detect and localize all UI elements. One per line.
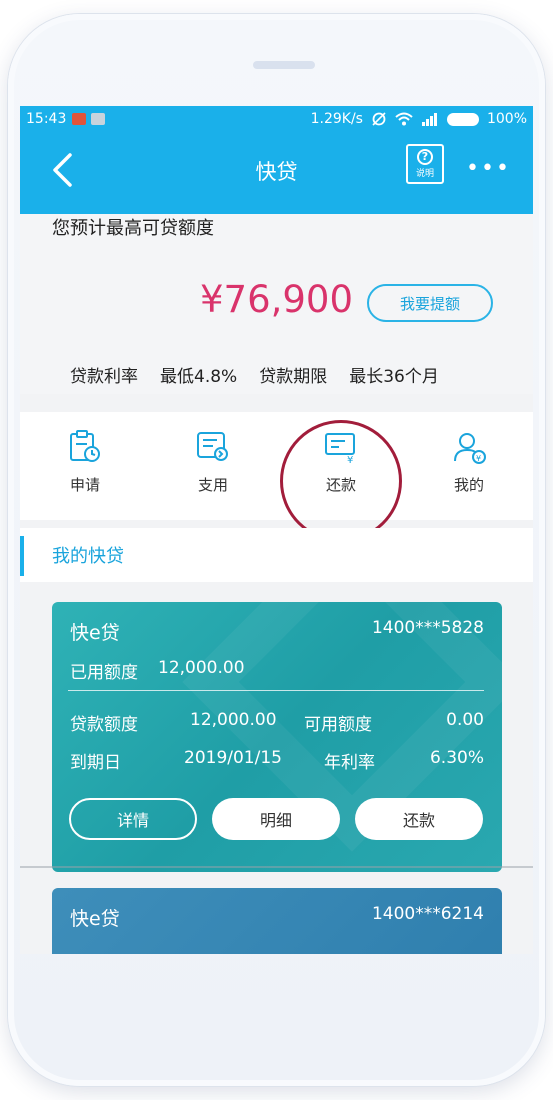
statement-button[interactable]: 明细 <box>212 798 340 840</box>
action-label: 申请 <box>69 476 100 494</box>
available-label: 可用额度 <box>304 715 372 735</box>
term-label: 贷款期限 <box>259 367 328 387</box>
action-withdraw[interactable]: 支用 <box>168 430 258 495</box>
loan-card: 快e贷 1400***5828 已用额度 12,000.00 贷款额度 12,0… <box>52 602 502 872</box>
section-accent-bar <box>20 536 24 576</box>
rate-value: 最低4.8% <box>160 367 238 387</box>
card-account: 1400***5828 <box>371 618 484 638</box>
quota-label: 您预计最高可贷额度 <box>52 218 214 239</box>
highlight-circle <box>280 420 402 542</box>
due-date-value: 2019/01/15 <box>184 748 282 768</box>
status-bar: 15:43 1.29K/s 100% <box>20 106 533 132</box>
question-icon: ? <box>417 149 433 165</box>
rate-label: 贷款利率 <box>70 367 138 387</box>
help-button[interactable]: ? 说明 <box>406 144 444 184</box>
svg-text:¥: ¥ <box>476 454 481 463</box>
battery-icon <box>446 112 479 126</box>
used-value: 12,000.00 <box>158 658 245 678</box>
card-title: 快e贷 <box>70 622 120 644</box>
section-title: 我的快贷 <box>52 546 124 567</box>
speaker-slot <box>253 61 315 69</box>
used-label: 已用额度 <box>70 663 138 683</box>
divider-line <box>20 866 533 868</box>
nav-bar: 快贷 ? 说明 ••• <box>20 132 533 214</box>
action-apply[interactable]: 申请 <box>40 430 130 495</box>
notification-icon <box>72 113 87 125</box>
loan-amount-value: 12,000.00 <box>190 710 277 730</box>
card-title: 快e贷 <box>70 908 120 930</box>
apply-icon <box>70 430 100 462</box>
network-speed: 1.29K/s <box>310 111 363 127</box>
action-label: 支用 <box>197 476 228 494</box>
repay-button[interactable]: 还款 <box>355 798 483 840</box>
due-date-label: 到期日 <box>70 753 121 773</box>
card-divider <box>68 690 484 691</box>
apr-value: 6.30% <box>429 748 484 768</box>
term-value: 最长36个月 <box>349 367 439 387</box>
status-time: 15:43 <box>26 111 67 127</box>
apr-label: 年利率 <box>324 753 375 773</box>
available-value: 0.00 <box>446 710 484 730</box>
page-title: 快贷 <box>255 160 298 184</box>
battery-level: 100% <box>486 111 527 127</box>
help-label: 说明 <box>415 169 434 179</box>
loan-amount-label: 贷款额度 <box>70 715 138 735</box>
wifi-icon <box>395 112 413 126</box>
action-grid: 申请 支用 ¥ 还款 ¥ 我的 <box>20 412 533 520</box>
raise-limit-button[interactable]: 我要提额 <box>367 284 493 322</box>
alarm-icon <box>372 112 386 126</box>
message-icon <box>91 113 106 125</box>
card-account: 1400***6214 <box>371 904 484 924</box>
loan-terms: 贷款利率 最低4.8% 贷款期限 最长36个月 <box>70 362 461 387</box>
details-button[interactable]: 详情 <box>69 798 197 840</box>
loan-card: 快e贷 1400***6214 <box>52 888 502 954</box>
withdraw-icon <box>197 432 228 461</box>
action-mine[interactable]: ¥ 我的 <box>424 430 514 495</box>
signal-icon <box>421 113 437 126</box>
app-screen: 15:43 1.29K/s 100% 快贷 ? 说明 ••• 您预计最高可贷额度… <box>20 106 533 954</box>
action-label: 我的 <box>453 476 484 494</box>
status-right: 1.29K/s 100% <box>311 111 527 127</box>
my-loans-header: 我的快贷 <box>20 528 533 582</box>
profile-icon: ¥ <box>454 433 486 464</box>
quota-amount: ¥76,900 <box>200 278 354 321</box>
more-menu-button[interactable]: ••• <box>466 156 511 181</box>
